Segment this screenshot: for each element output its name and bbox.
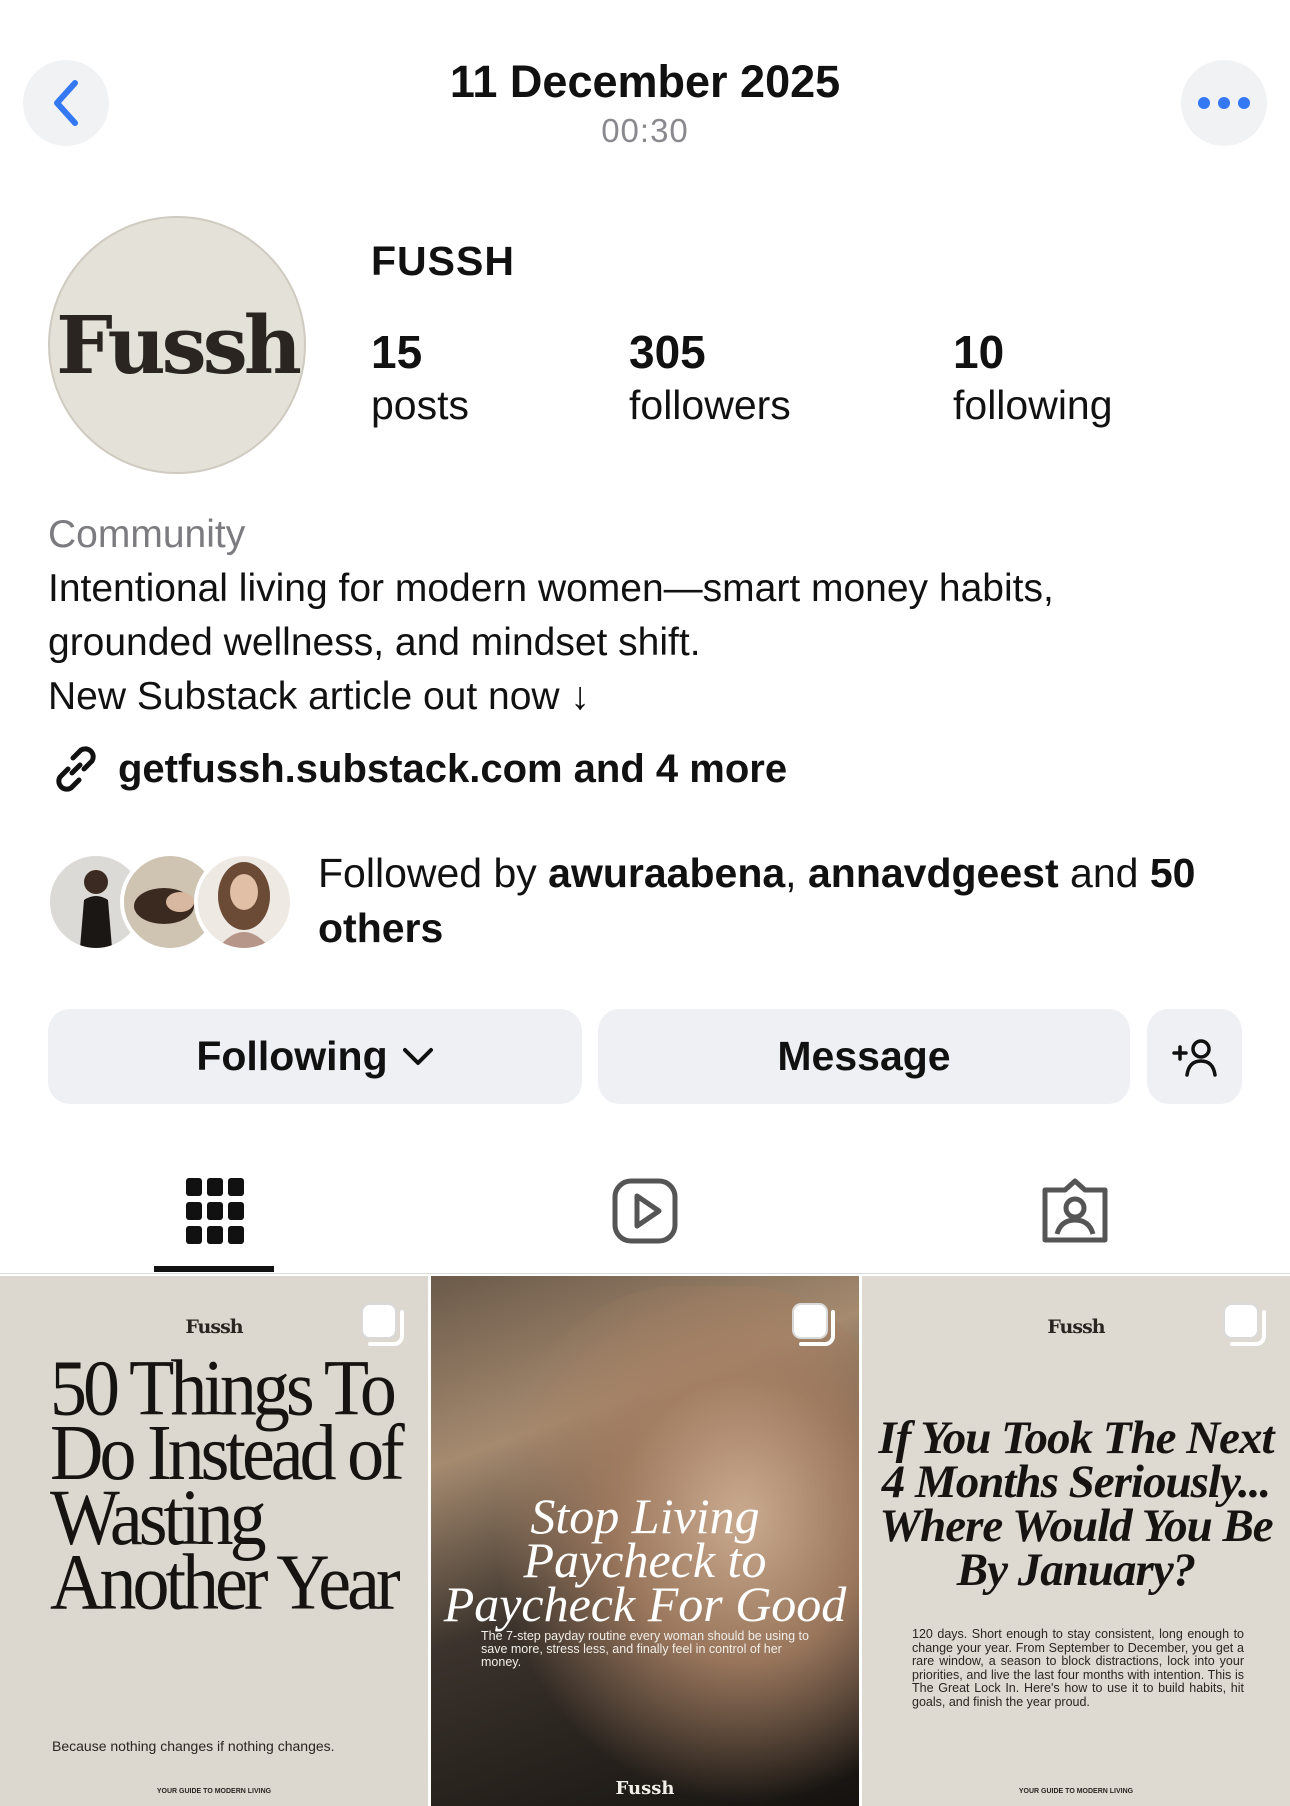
bio-line: Intentional living for modern women—smar… xyxy=(48,567,1054,610)
post-thumbnail[interactable]: Stop Living Paycheck to Paycheck For Goo… xyxy=(431,1276,859,1806)
post-subtitle: Because nothing changes if nothing chang… xyxy=(52,1738,335,1754)
mutual-follower-avatar xyxy=(194,852,294,952)
profile-tabs xyxy=(0,1150,1290,1274)
post-thumbnail[interactable]: Fussh If You Took The Next 4 Months Seri… xyxy=(862,1276,1290,1806)
tab-tagged[interactable] xyxy=(860,1150,1290,1272)
bio-line: grounded wellness, and mindset shift. xyxy=(48,621,701,664)
stat-following-label: following xyxy=(953,382,1113,428)
more-options-button[interactable] xyxy=(1181,60,1267,146)
stat-followers-label: followers xyxy=(629,382,791,428)
post-footer: YOUR GUIDE TO MODERN LIVING xyxy=(156,1788,272,1795)
stat-following[interactable]: 10 following xyxy=(953,326,1113,432)
avatar-logo-text: Fussh xyxy=(56,298,302,392)
tagged-icon xyxy=(1042,1178,1108,1243)
profile-link-text: getfussh.substack.com and 4 more xyxy=(118,746,788,791)
stat-followers[interactable]: 305 followers xyxy=(629,326,791,432)
tab-reels[interactable] xyxy=(430,1150,860,1272)
post-title: If You Took The Next 4 Months Seriously.… xyxy=(878,1412,1274,1596)
carousel-icon xyxy=(361,1303,404,1346)
stat-followers-value: 305 xyxy=(629,326,706,378)
top-bar: 11 December 2025 00:30 xyxy=(0,0,1290,170)
stat-posts[interactable]: 15 posts xyxy=(371,326,469,432)
profile-username: FUSSH xyxy=(371,238,515,284)
mutual-follower-name: awuraabena xyxy=(548,850,786,896)
ellipsis-icon xyxy=(1198,97,1250,109)
carousel-icon xyxy=(792,1303,835,1346)
active-tab-indicator xyxy=(154,1266,274,1272)
profile-category: Community xyxy=(48,513,246,556)
post-brand: Fussh xyxy=(615,1778,675,1799)
suggested-users-button[interactable] xyxy=(1147,1009,1242,1104)
post-title: 50 Things To Do Instead of Wasting Anoth… xyxy=(50,1344,405,1628)
post-title: Stop Living Paycheck to Paycheck For Goo… xyxy=(443,1488,847,1632)
page-subtitle-time: 00:30 xyxy=(601,112,689,149)
posts-grid: Fussh 50 Things To Do Instead of Wasting… xyxy=(0,1276,1290,1806)
bio-line: New Substack article out now ↓ xyxy=(48,675,590,718)
chevron-down-icon xyxy=(402,1047,433,1065)
following-button-label: Following xyxy=(196,1033,388,1079)
page-title: 11 December 2025 xyxy=(449,56,841,107)
stat-posts-label: posts xyxy=(371,382,469,428)
carousel-icon xyxy=(1223,1303,1266,1346)
grid-icon xyxy=(186,1178,244,1244)
post-thumbnail[interactable]: Fussh 50 Things To Do Instead of Wasting… xyxy=(0,1276,428,1806)
post-footer: YOUR GUIDE TO MODERN LIVING xyxy=(1018,1788,1134,1795)
post-subtitle: The 7-step payday routine every woman sh… xyxy=(481,1629,809,1669)
followed-by-text[interactable]: Followed by awuraabena, annavdgeest and … xyxy=(318,846,1258,956)
person-photo-icon xyxy=(198,856,290,948)
reels-icon xyxy=(612,1178,678,1244)
tab-posts-grid[interactable] xyxy=(0,1150,430,1272)
followed-by-separator: , xyxy=(785,850,808,896)
followed-by-prefix: Followed by xyxy=(318,850,549,896)
stat-following-value: 10 xyxy=(953,326,1005,378)
post-body: 120 days. Short enough to stay consisten… xyxy=(912,1627,1244,1709)
mutual-follower-name: annavdgeest xyxy=(807,850,1059,896)
following-button[interactable]: Following xyxy=(48,1009,582,1104)
link-icon xyxy=(56,746,96,792)
profile-link[interactable]: getfussh.substack.com and 4 more xyxy=(48,742,787,796)
profile-avatar[interactable]: Fussh xyxy=(48,216,306,474)
stat-posts-value: 15 xyxy=(371,326,423,378)
message-button[interactable]: Message xyxy=(598,1009,1130,1104)
message-button-label: Message xyxy=(777,1033,951,1079)
add-person-icon xyxy=(1171,1038,1217,1077)
mutual-followers-avatars[interactable] xyxy=(46,852,296,954)
followed-by-connector: and xyxy=(1058,850,1150,896)
profile-bio: Community Intentional living for modern … xyxy=(48,508,1248,724)
